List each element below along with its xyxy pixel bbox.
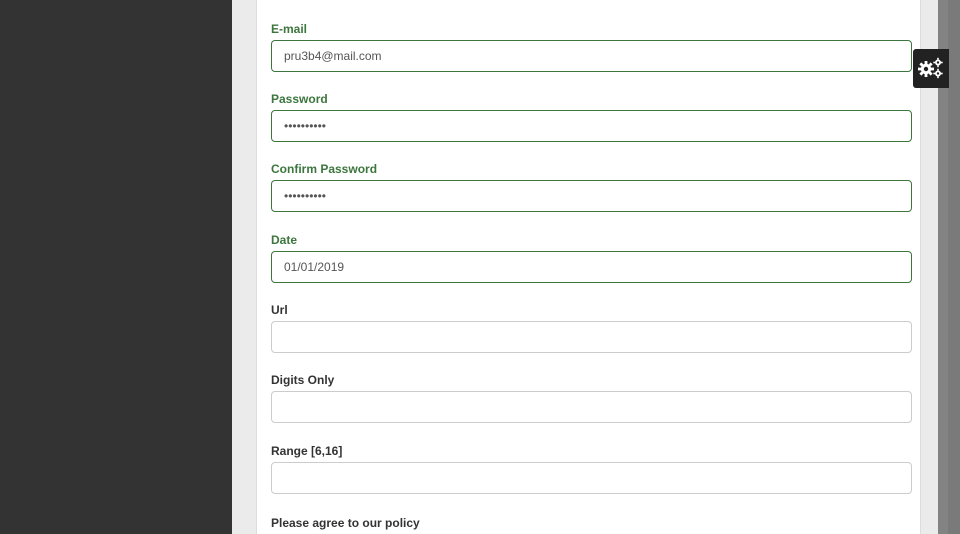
email-group: E-mail pru3b4@mail.com — [271, 21, 912, 72]
date-group: Date 01/01/2019 — [271, 232, 912, 283]
password-group: Password •••••••••• — [271, 91, 912, 142]
date-field[interactable]: 01/01/2019 — [271, 251, 912, 283]
date-label: Date — [271, 233, 298, 247]
range-group: Range [6,16] — [271, 443, 912, 494]
confirm-password-group: Confirm Password •••••••••• — [271, 161, 912, 212]
password-label: Password — [271, 92, 328, 106]
password-field[interactable]: •••••••••• — [271, 110, 912, 142]
email-label: E-mail — [271, 22, 308, 36]
form-panel: E-mail pru3b4@mail.com Password ••••••••… — [256, 0, 921, 534]
settings-button[interactable] — [913, 49, 949, 88]
range-label: Range [6,16] — [271, 444, 343, 458]
confirm-password-field[interactable]: •••••••••• — [271, 180, 912, 212]
email-field[interactable]: pru3b4@mail.com — [271, 40, 912, 72]
url-field[interactable] — [271, 321, 912, 353]
confirm-password-label: Confirm Password — [271, 162, 378, 176]
left-sidebar — [0, 0, 232, 534]
digits-only-label: Digits Only — [271, 373, 335, 387]
digits-only-field[interactable] — [271, 391, 912, 423]
policy-label: Please agree to our policy — [271, 516, 420, 530]
url-label: Url — [271, 303, 288, 317]
digits-only-group: Digits Only — [271, 372, 912, 423]
range-field[interactable] — [271, 462, 912, 494]
url-group: Url — [271, 302, 912, 353]
page: E-mail pru3b4@mail.com Password ••••••••… — [0, 0, 960, 534]
